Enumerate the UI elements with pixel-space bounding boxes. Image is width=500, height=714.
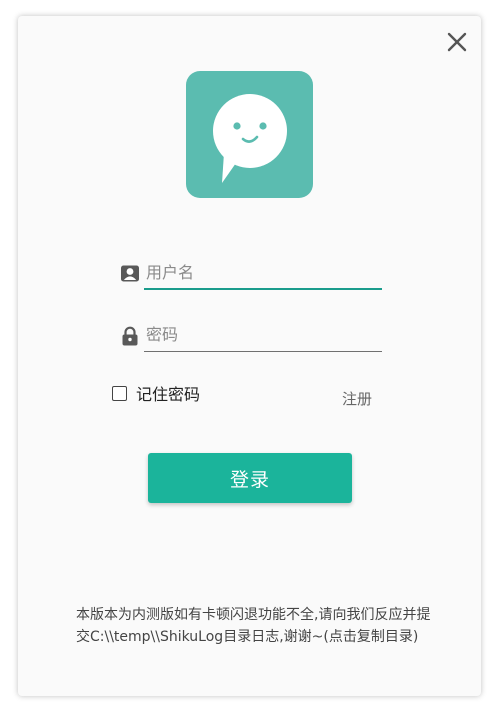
close-icon — [447, 32, 467, 52]
beta-notice[interactable]: 本版本为内测版如有卡顿闪退功能不全,请向我们反应并提交C:\\temp\\Shi… — [76, 604, 432, 648]
password-underline — [144, 351, 382, 352]
username-input[interactable] — [144, 256, 381, 288]
remember-password-checkbox[interactable]: 记住密码 — [112, 382, 200, 404]
username-field — [120, 256, 382, 292]
remember-password-label: 记住密码 — [136, 385, 201, 404]
chat-bubble-smile-icon — [213, 94, 287, 183]
password-field — [120, 318, 382, 354]
password-input[interactable] — [144, 318, 381, 350]
app-logo — [186, 71, 313, 198]
login-button[interactable]: 登录 — [148, 453, 352, 503]
close-button[interactable] — [446, 31, 468, 53]
register-link[interactable]: 注册 — [342, 388, 372, 409]
username-underline — [144, 288, 382, 290]
lock-icon — [122, 326, 138, 346]
user-card-icon — [121, 265, 139, 282]
checkbox-box[interactable] — [112, 385, 127, 401]
